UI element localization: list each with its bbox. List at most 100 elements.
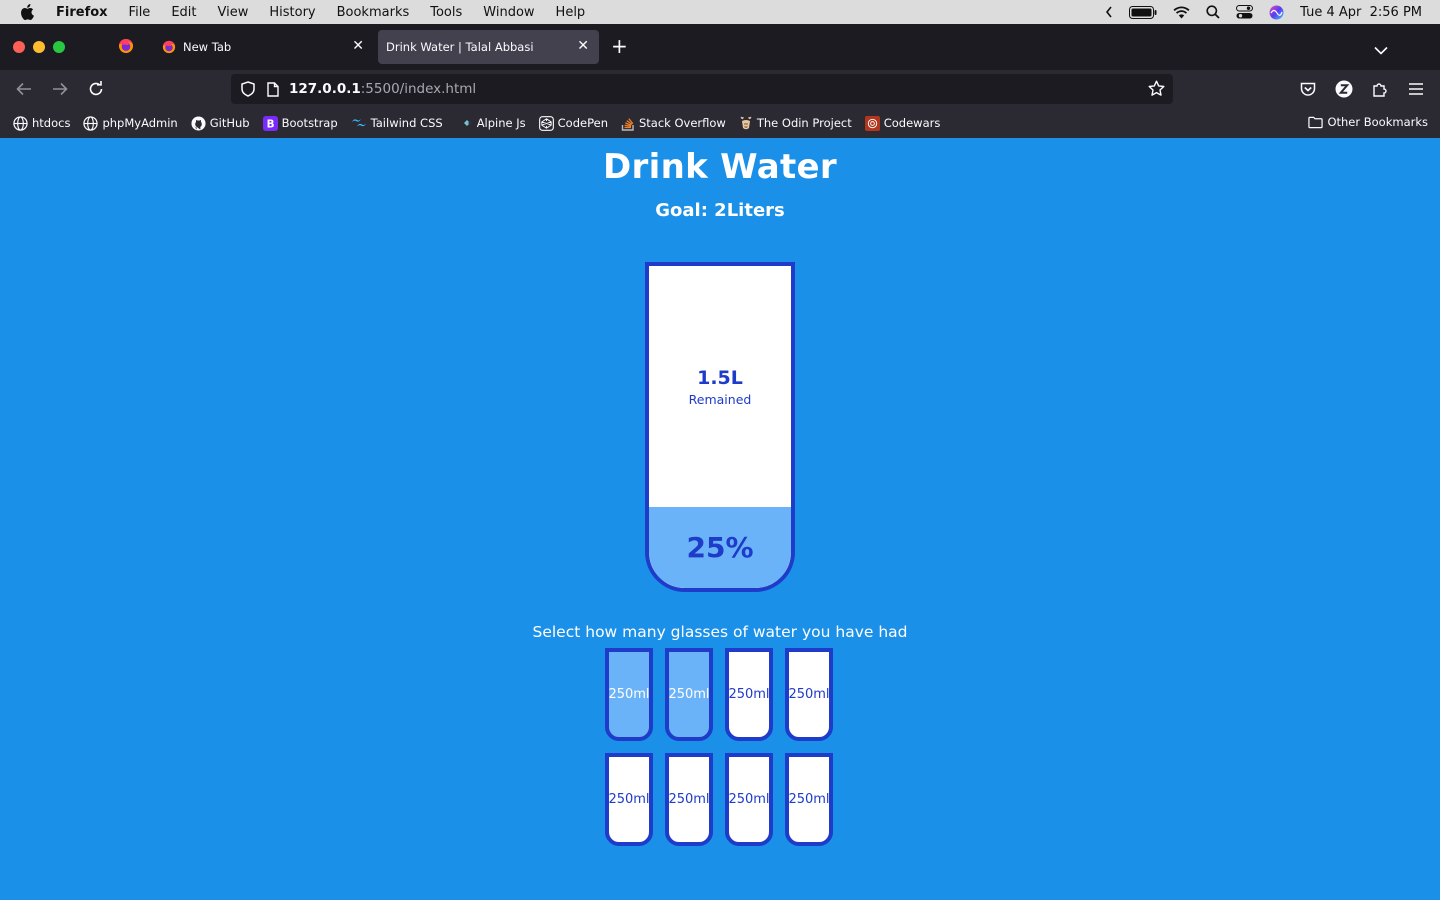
menu-view[interactable]: View	[218, 5, 249, 20]
macos-menubar: Firefox File Edit View History Bookmarks…	[0, 0, 1440, 24]
list-all-tabs-chevron-down-icon[interactable]	[1374, 40, 1388, 59]
datetime[interactable]: Tue 4 Apr 2:56 PM	[1300, 5, 1422, 20]
menu-file[interactable]: File	[129, 5, 151, 20]
bookmark-label: phpMyAdmin	[102, 116, 178, 130]
odin-icon	[739, 115, 753, 131]
bookmark-phpmyadmin[interactable]: phpMyAdmin	[83, 115, 178, 131]
bookmark-label: Stack Overflow	[639, 116, 726, 130]
bookmark-codewars[interactable]: Codewars	[864, 115, 941, 131]
close-tab-icon[interactable]: ✕	[352, 39, 364, 53]
control-center-icon[interactable]	[1236, 5, 1254, 19]
percentage-fill: 25%	[649, 507, 791, 588]
forward-arrow-icon[interactable]	[50, 79, 70, 99]
menu-window[interactable]: Window	[483, 5, 534, 20]
remained-area: 1.5L Remained	[649, 266, 791, 507]
pocket-icon[interactable]	[1298, 79, 1318, 99]
tracking-protection-shield-icon[interactable]	[241, 81, 255, 97]
stackoverflow-icon	[621, 115, 635, 131]
window-controls	[13, 41, 65, 53]
bookmark-tailwind[interactable]: Tailwind CSS	[351, 116, 443, 130]
bookmarks-toolbar: htdocs phpMyAdmin GitHub B Bootstrap Tai…	[0, 108, 1440, 138]
firefox-icon	[118, 38, 134, 58]
close-tab-icon[interactable]: ✕	[577, 39, 589, 53]
chevron-left-icon[interactable]	[1105, 6, 1113, 18]
bookmark-alpine[interactable]: Alpine Js	[463, 116, 526, 130]
small-cup[interactable]: 250ml	[725, 753, 773, 846]
menu-help[interactable]: Help	[556, 5, 586, 20]
page-title: Drink Water	[603, 147, 837, 187]
minimize-window-button[interactable]	[33, 41, 45, 53]
globe-icon	[83, 115, 99, 131]
spotlight-search-icon[interactable]	[1206, 5, 1220, 19]
select-instructions: Select how many glasses of water you hav…	[532, 623, 908, 641]
apple-icon[interactable]	[20, 4, 38, 20]
hamburger-menu-icon[interactable]	[1406, 79, 1426, 99]
bookmark-codepen[interactable]: CodePen	[538, 115, 608, 131]
bookmark-star-icon[interactable]	[1148, 80, 1165, 101]
url-text[interactable]: 127.0.0.1:5500/index.html	[289, 81, 476, 97]
small-cup[interactable]: 250ml	[665, 648, 713, 741]
bookmark-github[interactable]: GitHub	[191, 115, 250, 131]
other-bookmarks-label: Other Bookmarks	[1327, 115, 1428, 129]
bootstrap-icon: B	[262, 115, 278, 131]
other-bookmarks-folder[interactable]: Other Bookmarks	[1308, 115, 1428, 129]
bookmark-odin-project[interactable]: The Odin Project	[739, 115, 852, 131]
back-arrow-icon[interactable]	[14, 79, 34, 99]
address-bar[interactable]: 127.0.0.1:5500/index.html	[231, 74, 1173, 104]
battery-icon[interactable]	[1129, 5, 1157, 19]
bookmark-label: Codewars	[883, 116, 941, 130]
small-cup[interactable]: 250ml	[605, 753, 653, 846]
account-avatar-icon[interactable]	[1334, 79, 1354, 99]
close-window-button[interactable]	[13, 41, 25, 53]
menu-history[interactable]: History	[269, 5, 315, 20]
small-cup[interactable]: 250ml	[785, 753, 833, 846]
codepen-icon	[538, 115, 554, 131]
tab-drink-water[interactable]: Drink Water | Talal Abbasi ✕	[378, 30, 599, 64]
small-cups-grid: 250ml 250ml 250ml 250ml 250ml 250ml 250m…	[605, 648, 837, 846]
firefox-icon	[162, 40, 176, 54]
bookmark-stackoverflow[interactable]: Stack Overflow	[621, 115, 726, 131]
small-cup[interactable]: 250ml	[725, 648, 773, 741]
zoom-window-button[interactable]	[53, 41, 65, 53]
url-host: 127.0.0.1	[289, 81, 361, 97]
bookmark-label: The Odin Project	[756, 116, 852, 130]
bookmark-label: GitHub	[209, 116, 250, 130]
bookmark-label: Bootstrap	[281, 116, 338, 130]
wifi-icon[interactable]	[1173, 6, 1190, 19]
remained-label: Remained	[688, 391, 752, 407]
bookmark-label: CodePen	[557, 116, 608, 130]
bookmark-htdocs[interactable]: htdocs	[13, 115, 71, 131]
menu-app-name[interactable]: Firefox	[56, 5, 108, 20]
percentage-text: 25%	[686, 531, 754, 564]
bookmark-label: Tailwind CSS	[370, 116, 443, 130]
new-tab-plus-icon[interactable]: +	[611, 36, 628, 56]
github-icon	[191, 115, 206, 131]
tab-strip: New Tab ✕ Drink Water | Talal Abbasi ✕ +	[0, 24, 1440, 70]
small-cup[interactable]: 250ml	[665, 753, 713, 846]
globe-icon	[13, 115, 28, 131]
drink-water-app: Drink Water Goal: 2Liters 1.5L Remained …	[0, 138, 1440, 900]
pinned-tab[interactable]	[108, 32, 144, 64]
alpine-icon	[463, 118, 473, 128]
page-info-icon[interactable]	[267, 81, 279, 97]
small-cup[interactable]: 250ml	[785, 648, 833, 741]
tab-new-tab[interactable]: New Tab ✕	[152, 30, 374, 64]
svg-text:B: B	[266, 118, 274, 130]
bookmark-bootstrap[interactable]: B Bootstrap	[262, 115, 338, 131]
tab-title: New Tab	[183, 40, 232, 54]
url-path: :5500/index.html	[360, 81, 477, 97]
small-cup[interactable]: 250ml	[605, 648, 653, 741]
folder-icon	[1308, 116, 1324, 129]
main-cup: 1.5L Remained 25%	[645, 262, 795, 592]
siri-icon[interactable]	[1269, 5, 1284, 20]
reload-icon[interactable]	[86, 79, 106, 99]
goal-text: Goal: 2Liters	[655, 200, 785, 221]
menu-bookmarks[interactable]: Bookmarks	[337, 5, 410, 20]
bookmark-label: htdocs	[32, 116, 71, 130]
menu-tools[interactable]: Tools	[430, 5, 462, 20]
remained-value: 1.5L	[697, 366, 743, 389]
navigation-toolbar: 127.0.0.1:5500/index.html	[0, 70, 1440, 108]
tailwind-icon	[351, 117, 367, 129]
menu-edit[interactable]: Edit	[171, 5, 196, 20]
extensions-puzzle-icon[interactable]	[1370, 79, 1390, 99]
